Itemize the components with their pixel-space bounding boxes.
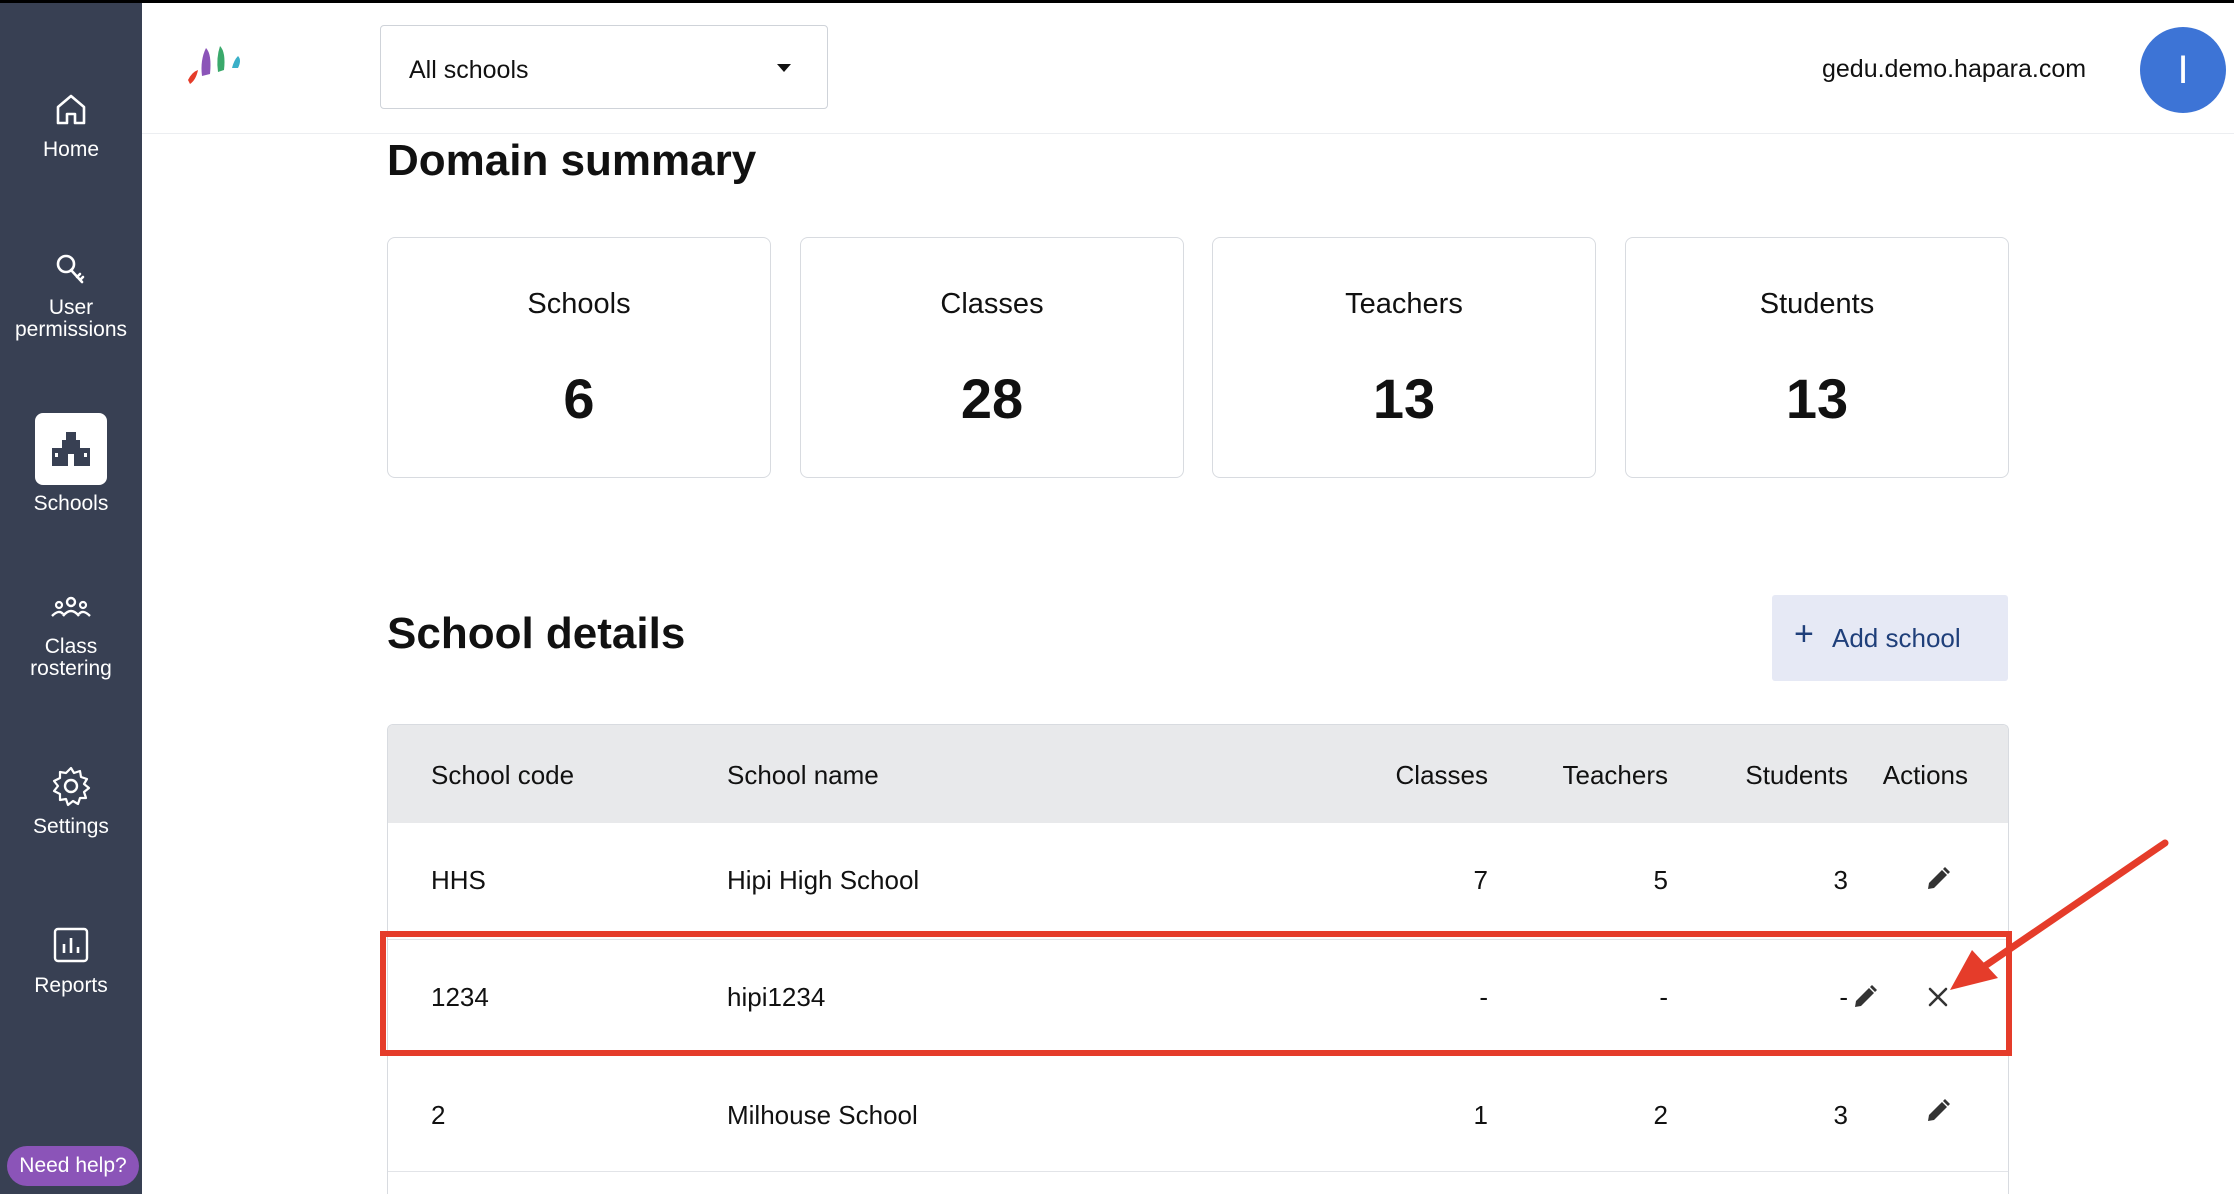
sidebar-item-home[interactable]: Home (0, 87, 142, 161)
sidebar-item-label: Class rostering (30, 635, 112, 680)
sidebar-item-schools[interactable]: Schools (0, 413, 142, 515)
sidebar-item-label: Schools (33, 492, 109, 515)
sidebar-item-label: Settings (33, 815, 109, 838)
card-label: Schools (527, 288, 631, 320)
school-filter-select[interactable]: All schools (380, 25, 828, 109)
plus-icon: + (1794, 615, 1814, 653)
gear-icon (52, 766, 91, 807)
column-header: Actions (1882, 760, 1968, 790)
school-details-title: School details (387, 609, 686, 658)
add-school-button[interactable]: + Add school (1772, 595, 2008, 681)
home-icon (56, 94, 86, 125)
need-help-button[interactable]: Need help? (7, 1146, 139, 1186)
card-value: 13 (1785, 367, 1849, 430)
sidebar-item-label: Reports (34, 974, 108, 997)
top-header: All schools gedu.demo.hapara.com I (142, 3, 2234, 134)
sidebar-item-label: User permissions (14, 296, 128, 341)
card-label: Classes (940, 288, 1044, 320)
sidebar-item-label: Home (42, 138, 100, 161)
summary-card-schools: Schools 6 (387, 237, 771, 478)
chart-icon (53, 927, 89, 963)
summary-card-classes: Classes 28 (800, 237, 1184, 478)
add-school-label: Add school (1832, 623, 1961, 653)
school-name: Milhouse School (727, 1100, 918, 1130)
sidebar-item-user-permissions[interactable]: User permissions (0, 249, 142, 341)
summary-card-teachers: Teachers 13 (1212, 237, 1596, 478)
edit-pencil-icon[interactable] (1924, 1097, 1952, 1125)
classes-count: 1 (1473, 1100, 1488, 1130)
table-row[interactable]: HHS Hipi High School 7 5 3 (388, 823, 2008, 940)
sidebar: Home User permissions Schools Class rost… (0, 3, 142, 1194)
domain-name: gedu.demo.hapara.com (1822, 55, 2087, 83)
column-header[interactable]: Classes (1288, 760, 1488, 791)
school-code: 2 (431, 1100, 446, 1130)
people-icon (51, 596, 91, 617)
sidebar-item-class-rostering[interactable]: Class rostering (0, 588, 142, 680)
school-icon (52, 432, 90, 466)
chevron-down-icon (777, 64, 791, 72)
summary-card-students: Students 13 (1625, 237, 2009, 478)
school-filter-value: All schools (409, 56, 529, 84)
hapara-logo (188, 46, 240, 84)
teachers-count: 2 (1653, 1100, 1668, 1130)
avatar[interactable]: I (2140, 27, 2226, 113)
sidebar-item-reports[interactable]: Reports (0, 923, 142, 997)
card-value: 6 (563, 367, 595, 430)
column-header[interactable]: School code (431, 760, 574, 791)
classes-count: 7 (1473, 865, 1488, 895)
column-header[interactable]: Teachers (1468, 760, 1669, 791)
domain-summary-title: Domain summary (387, 136, 757, 185)
card-label: Students (1759, 288, 1875, 320)
students-count: 3 (1833, 865, 1848, 895)
sidebar-item-settings[interactable]: Settings (0, 764, 142, 838)
annotation-arrow-icon (1950, 839, 2169, 990)
annotation-highlight-box (380, 931, 2012, 1056)
card-label: Teachers (1345, 288, 1463, 320)
teachers-count: 5 (1653, 865, 1668, 895)
school-name: Hipi High School (727, 865, 920, 895)
students-count: 3 (1833, 1100, 1848, 1130)
school-code: HHS (431, 865, 486, 895)
card-value: 13 (1372, 367, 1436, 430)
column-header[interactable]: School name (727, 760, 879, 791)
active-indicator (35, 413, 107, 485)
key-icon (56, 254, 85, 284)
table-header: School code School name Classes Teachers… (388, 725, 2008, 823)
card-value: 28 (960, 367, 1024, 430)
table-row[interactable]: 2 Milhouse School 1 2 3 (388, 1055, 2008, 1172)
